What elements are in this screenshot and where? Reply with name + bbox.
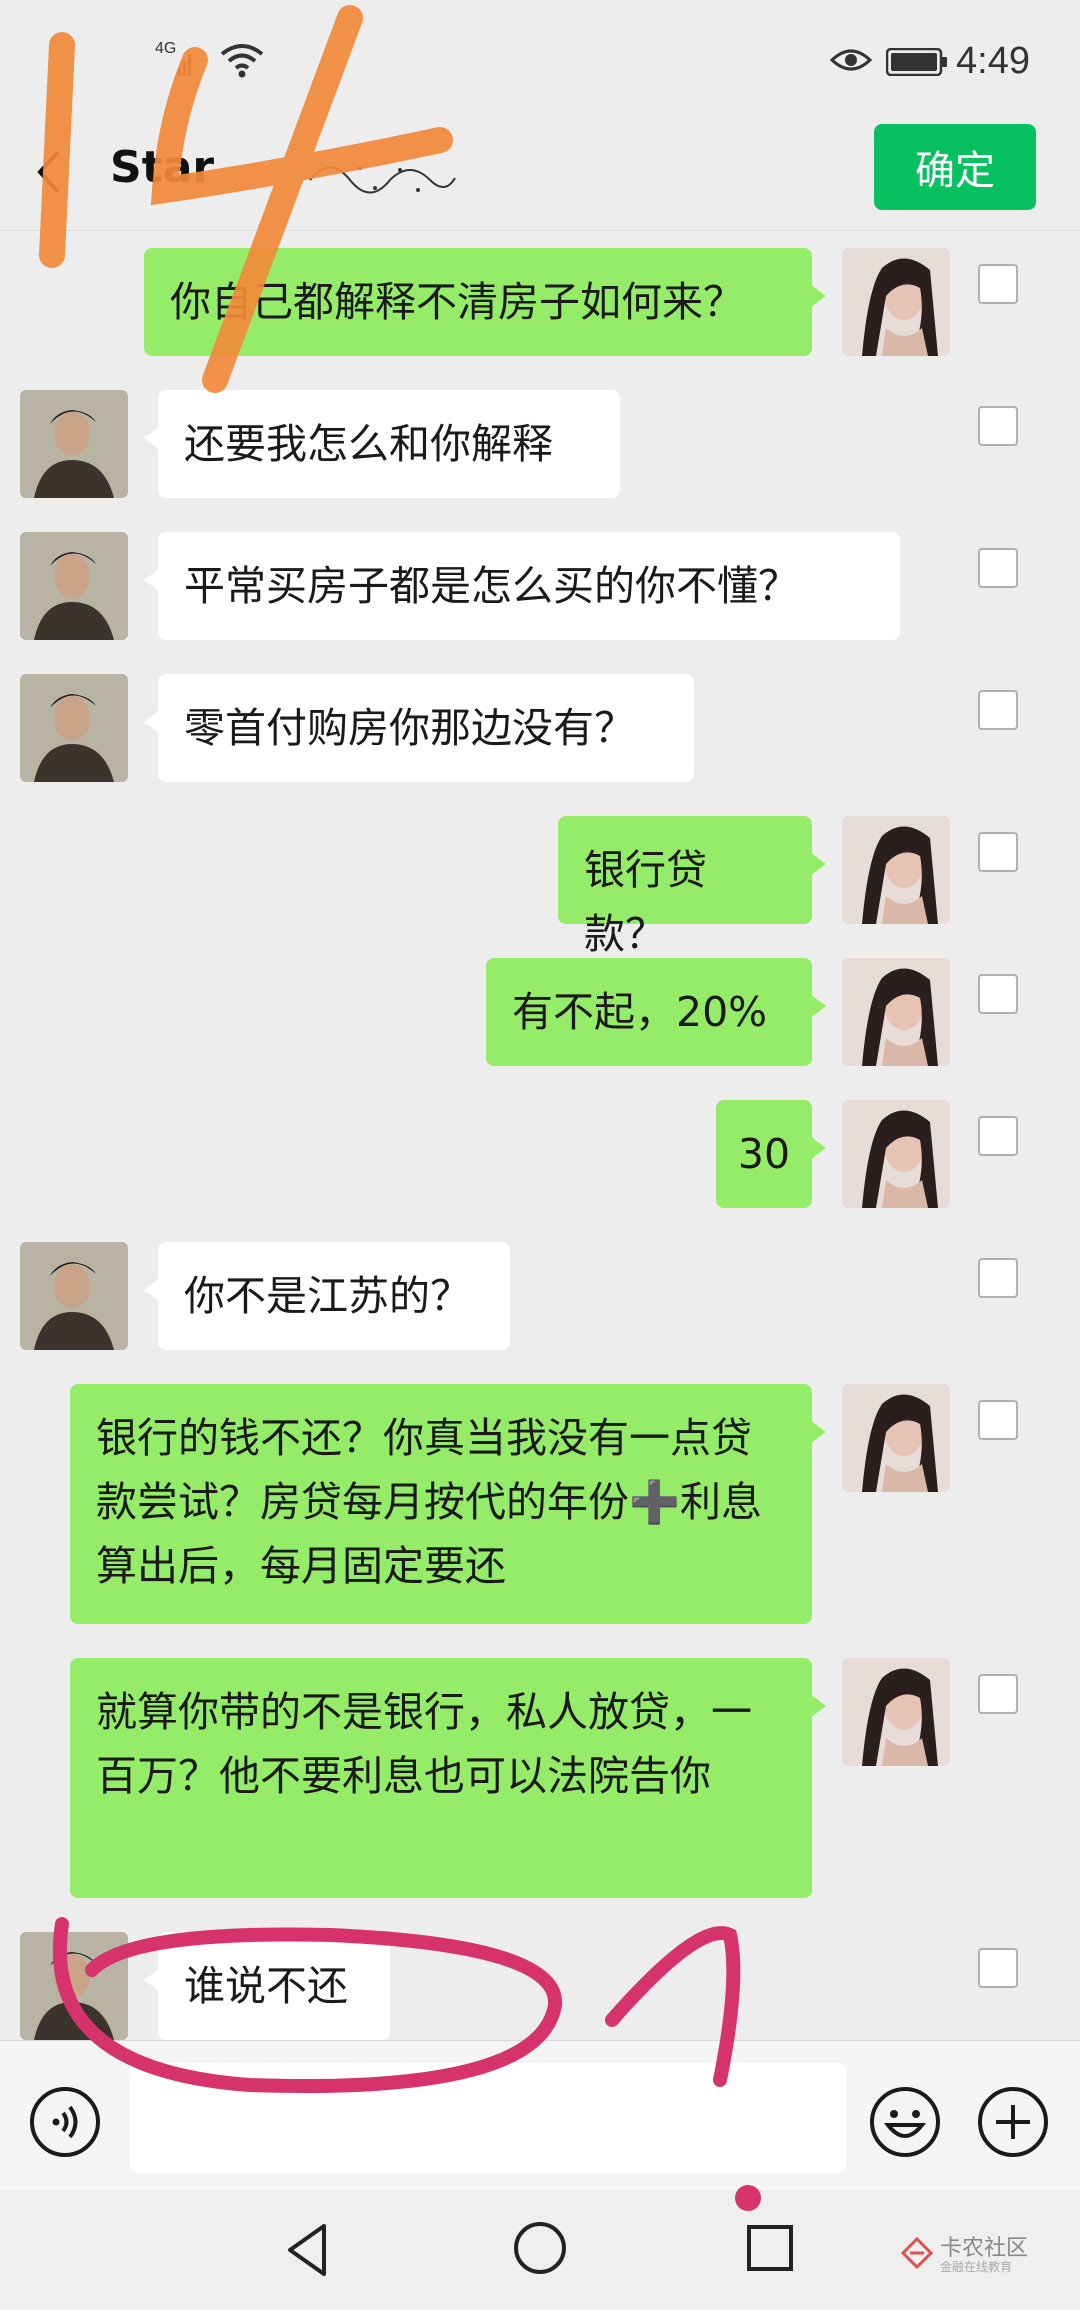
system-nav-bar: 卡农社区 金融在线教育 xyxy=(0,2190,1080,2310)
message-bubble[interactable]: 零首付购房你那边没有？ xyxy=(144,674,694,782)
my-avatar[interactable] xyxy=(842,1658,950,1766)
select-checkbox[interactable] xyxy=(978,690,1018,730)
chat-title: Star xyxy=(110,142,215,193)
confirm-button[interactable]: 确定 xyxy=(874,124,1036,210)
select-checkbox[interactable] xyxy=(978,1400,1018,1440)
select-checkbox[interactable] xyxy=(978,406,1018,446)
nav-recent-icon[interactable] xyxy=(746,2224,794,2272)
contact-avatar[interactable] xyxy=(20,390,128,498)
message-bubble[interactable]: 谁说不还 xyxy=(144,1932,390,2040)
message-bubble[interactable]: 30 xyxy=(716,1100,826,1208)
nav-home-icon[interactable] xyxy=(512,2220,568,2276)
watermark-logo-icon xyxy=(900,2236,934,2270)
status-bar: 4G 4:49 xyxy=(0,0,1080,110)
message-bubble[interactable]: 就算你带的不是银行，私人放贷，一百万？他不要利息也可以法院告你 xyxy=(70,1658,826,1898)
watermark-subtitle: 金融在线教育 xyxy=(940,2260,1013,2274)
my-avatar[interactable] xyxy=(842,1100,950,1208)
contact-avatar[interactable] xyxy=(20,532,128,640)
message-bubble[interactable]: 银行的钱不还？你真当我没有一点贷款尝试？房贷每月按代的年份➕利息算出后，每月固定… xyxy=(70,1384,826,1624)
eye-icon xyxy=(830,49,872,71)
contact-avatar[interactable] xyxy=(20,1242,128,1350)
select-checkbox[interactable] xyxy=(978,1116,1018,1156)
nav-back-icon[interactable] xyxy=(282,2220,332,2280)
message-bubble[interactable]: 平常买房子都是怎么买的你不懂？ xyxy=(144,532,900,640)
input-bar xyxy=(0,2040,1080,2191)
select-checkbox[interactable] xyxy=(978,548,1018,588)
message-list[interactable]: 你自己都解释不清房子如何来？ 还要我怎么和你解释 平常买房子都是怎么买的你不懂？… xyxy=(0,232,1080,2040)
select-checkbox[interactable] xyxy=(978,1674,1018,1714)
my-avatar[interactable] xyxy=(842,958,950,1066)
message-bubble[interactable]: 你自己都解释不清房子如何来？ xyxy=(144,248,826,356)
chevron-left-icon[interactable] xyxy=(34,148,64,196)
wifi-icon xyxy=(220,44,264,78)
message-bubble[interactable]: 还要我怎么和你解释 xyxy=(144,390,620,498)
watermark: 卡农社区 金融在线教育 xyxy=(900,2230,1060,2280)
title-decoration xyxy=(309,166,456,194)
emoji-icon[interactable] xyxy=(868,2085,942,2159)
signal-icon xyxy=(178,52,192,76)
select-checkbox[interactable] xyxy=(978,1948,1018,1988)
message-bubble[interactable]: 银行贷款？ xyxy=(558,816,826,958)
my-avatar[interactable] xyxy=(842,816,950,924)
network-type: 4G xyxy=(155,40,177,57)
battery-icon xyxy=(886,48,947,76)
message-bubble[interactable]: 有不起，20% xyxy=(486,958,826,1066)
select-checkbox[interactable] xyxy=(978,832,1018,872)
select-checkbox[interactable] xyxy=(978,974,1018,1014)
select-checkbox[interactable] xyxy=(978,264,1018,304)
select-checkbox[interactable] xyxy=(978,1258,1018,1298)
clock: 4:49 xyxy=(956,40,1030,82)
my-avatar[interactable] xyxy=(842,248,950,356)
contact-avatar[interactable] xyxy=(20,674,128,782)
contact-avatar[interactable] xyxy=(20,1932,128,2040)
message-bubble[interactable]: 你不是江苏的？ xyxy=(144,1242,510,1350)
plus-icon[interactable] xyxy=(976,2085,1050,2159)
voice-icon[interactable] xyxy=(28,2085,102,2159)
chat-header: Star 确定 xyxy=(0,110,1080,231)
message-input[interactable] xyxy=(130,2063,846,2173)
my-avatar[interactable] xyxy=(842,1384,950,1492)
